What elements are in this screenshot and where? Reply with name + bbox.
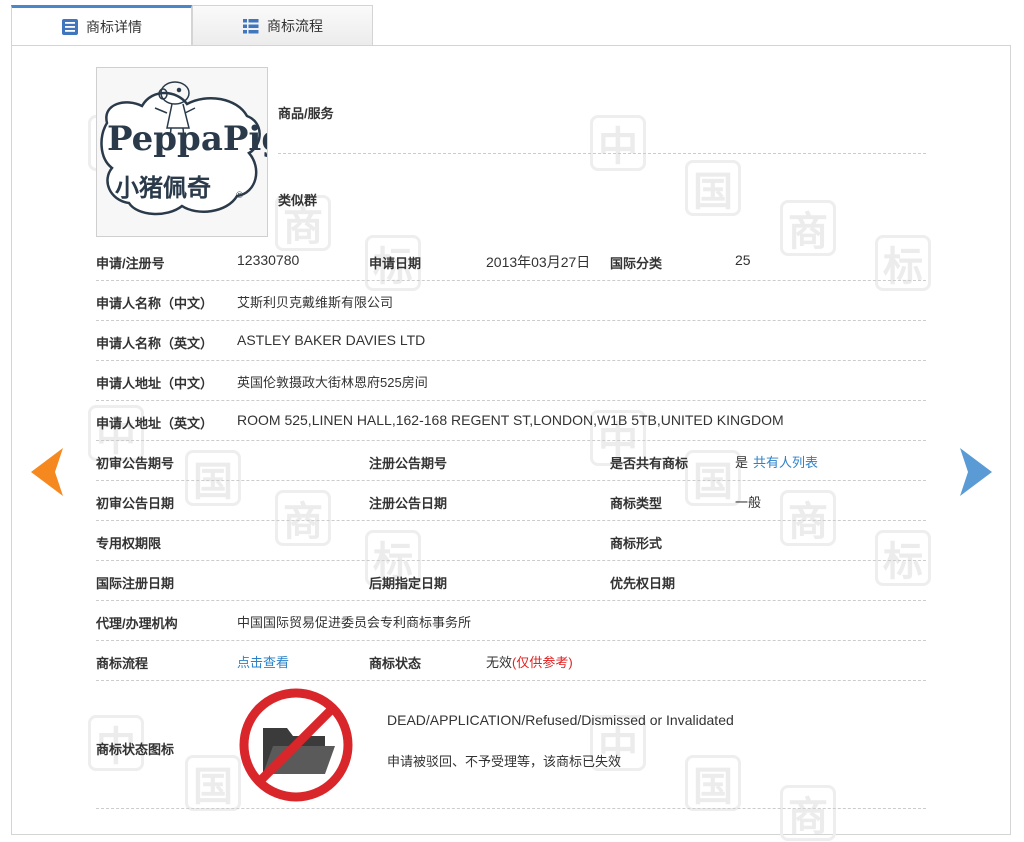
trademark-image: PeppaPig 小猪佩奇 ® [96,67,285,237]
app-date-value: 2013年03月27日 [486,254,591,270]
tm-type-value: 一般 [735,495,762,510]
tab-trademark-flow[interactable]: 商标流程 [192,5,373,45]
peppa-pig-logo: PeppaPig 小猪佩奇 ® [100,81,285,216]
status-value-text: 无效 [486,655,513,670]
tab-trademark-flow-label: 商标流程 [267,17,323,34]
previous-arrow-icon[interactable] [31,448,65,501]
row-divider [96,560,926,561]
row-divider [96,440,926,441]
watermark-char: 国 [185,450,241,506]
tab-bar: 商标详情 商标流程 [11,5,1012,46]
status-note: (仅供参考) [512,655,573,670]
applicant-en-value: ASTLEY BAKER DAVIES LTD [237,332,426,348]
app-date-label: 申请日期 [369,256,422,271]
watermark-char: 国 [685,450,741,506]
tm-form-label: 商标形式 [610,536,663,551]
reg-pub-date-label: 注册公告日期 [369,496,448,511]
goods-services-label: 商品/服务 [278,106,334,121]
agency-value: 中国国际贸易促进委员会专利商标事务所 [237,615,472,630]
row-divider [96,280,926,281]
watermark-char: 国 [685,160,741,216]
status-description-en: DEAD/APPLICATION/Refused/Dismissed or In… [387,712,734,728]
row-divider [278,153,926,154]
status-description-cn: 申请被驳回、不予受理等，该商标已失效 [387,754,622,769]
prelim-pub-no-label: 初审公告期号 [96,456,175,471]
co-owner-list-link[interactable]: 共有人列表 [753,452,818,471]
tab-trademark-details[interactable]: 商标详情 [11,5,192,46]
tm-type-label: 商标类型 [610,496,663,511]
later-designation-label: 后期指定日期 [369,576,448,591]
flow-label: 商标流程 [96,656,149,671]
intl-reg-date-label: 国际注册日期 [96,576,175,591]
document-list-icon [61,18,79,36]
row-divider [96,320,926,321]
watermark-char: 商 [275,490,331,546]
row-divider [96,400,926,401]
applicant-cn-value: 艾斯利贝克戴维斯有限公司 [237,295,394,310]
row-divider [96,808,926,809]
row-divider [96,360,926,361]
row-divider [96,480,926,481]
logo-text-chinese: 小猪佩奇 [115,174,211,202]
reg-no-label: 申请/注册号 [96,256,165,271]
applicant-cn-label: 申请人名称（中文） [96,296,214,311]
address-cn-value: 英国伦敦摄政大街林恩府525房间 [237,375,428,390]
tab-trademark-details-label: 商标详情 [86,19,142,35]
shared-trademark-value: 是 [735,455,749,470]
view-flow-link[interactable]: 点击查看 [237,652,289,671]
intl-class-label: 国际分类 [610,256,663,271]
invalid-status-icon [237,686,355,804]
address-cn-label: 申请人地址（中文） [96,376,214,391]
watermark-char: 商 [780,200,836,256]
watermark-char: 商 [780,785,836,841]
watermark-char: 中 [590,115,646,171]
prelim-pub-date-label: 初审公告日期 [96,496,175,511]
watermark-char: 标 [875,530,931,586]
shared-trademark-label: 是否共有商标 [610,456,689,471]
watermark-char: 国 [685,755,741,811]
logo-registered-mark: ® [235,191,244,201]
status-icon-label: 商标状态图标 [96,742,175,757]
applicant-en-label: 申请人名称（英文） [96,336,214,351]
row-divider [96,600,926,601]
priority-date-label: 优先权日期 [610,576,676,591]
logo-text-english: PeppaPig [107,119,267,159]
status-value: 无效(仅供参考) [486,652,573,671]
intl-class-value: 25 [735,252,751,268]
status-label: 商标状态 [369,656,422,671]
row-divider [96,640,926,641]
row-divider [96,680,926,681]
list-icon [242,17,260,35]
watermark-char: 标 [875,235,931,291]
watermark-char: 国 [185,755,241,811]
reg-pub-no-label: 注册公告期号 [369,456,448,471]
exclusive-period-label: 专用权期限 [96,536,162,551]
address-en-label: 申请人地址（英文） [96,416,214,431]
next-arrow-icon[interactable] [958,448,992,501]
address-en-value: ROOM 525,LINEN HALL,162-168 REGENT ST,LO… [237,412,784,428]
similar-group-label: 类似群 [278,193,318,208]
watermark-char: 商 [780,490,836,546]
agency-label: 代理/办理机构 [96,616,178,631]
reg-no-value: 12330780 [237,252,300,268]
row-divider [96,520,926,521]
